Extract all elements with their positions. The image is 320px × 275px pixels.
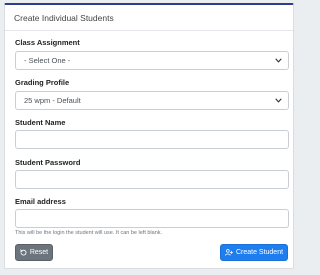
email-label: Email address [15, 197, 66, 206]
email-input[interactable] [15, 209, 289, 228]
student-name-input[interactable] [15, 130, 289, 149]
card-title: Create Individual Students [14, 13, 114, 23]
class-assignment-label: Class Assignment [15, 38, 80, 47]
class-assignment-value: - Select One - [24, 56, 71, 65]
user-plus-icon [225, 249, 233, 256]
reset-button[interactable]: Reset [15, 244, 53, 261]
reset-button-label: Reset [29, 249, 49, 256]
chevron-down-icon [275, 98, 282, 103]
grading-profile-label: Grading Profile [15, 78, 70, 87]
create-student-button-label: Create Student [235, 249, 284, 256]
student-password-input[interactable] [15, 170, 289, 189]
student-name-label: Student Name [15, 118, 66, 127]
undo-icon [20, 249, 27, 256]
card-header: Create Individual Students [5, 5, 293, 31]
grading-profile-select[interactable]: 25 wpm - Default [15, 91, 289, 110]
email-help-text: This will be the login the student will … [15, 230, 163, 236]
class-assignment-select[interactable]: - Select One - [15, 51, 289, 70]
student-password-label: Student Password [15, 158, 81, 167]
chevron-down-icon [275, 58, 282, 63]
grading-profile-value: 25 wpm - Default [24, 96, 81, 105]
create-student-button[interactable]: Create Student [220, 244, 288, 261]
create-students-card: Create Individual Students Class Assignm… [4, 3, 294, 269]
